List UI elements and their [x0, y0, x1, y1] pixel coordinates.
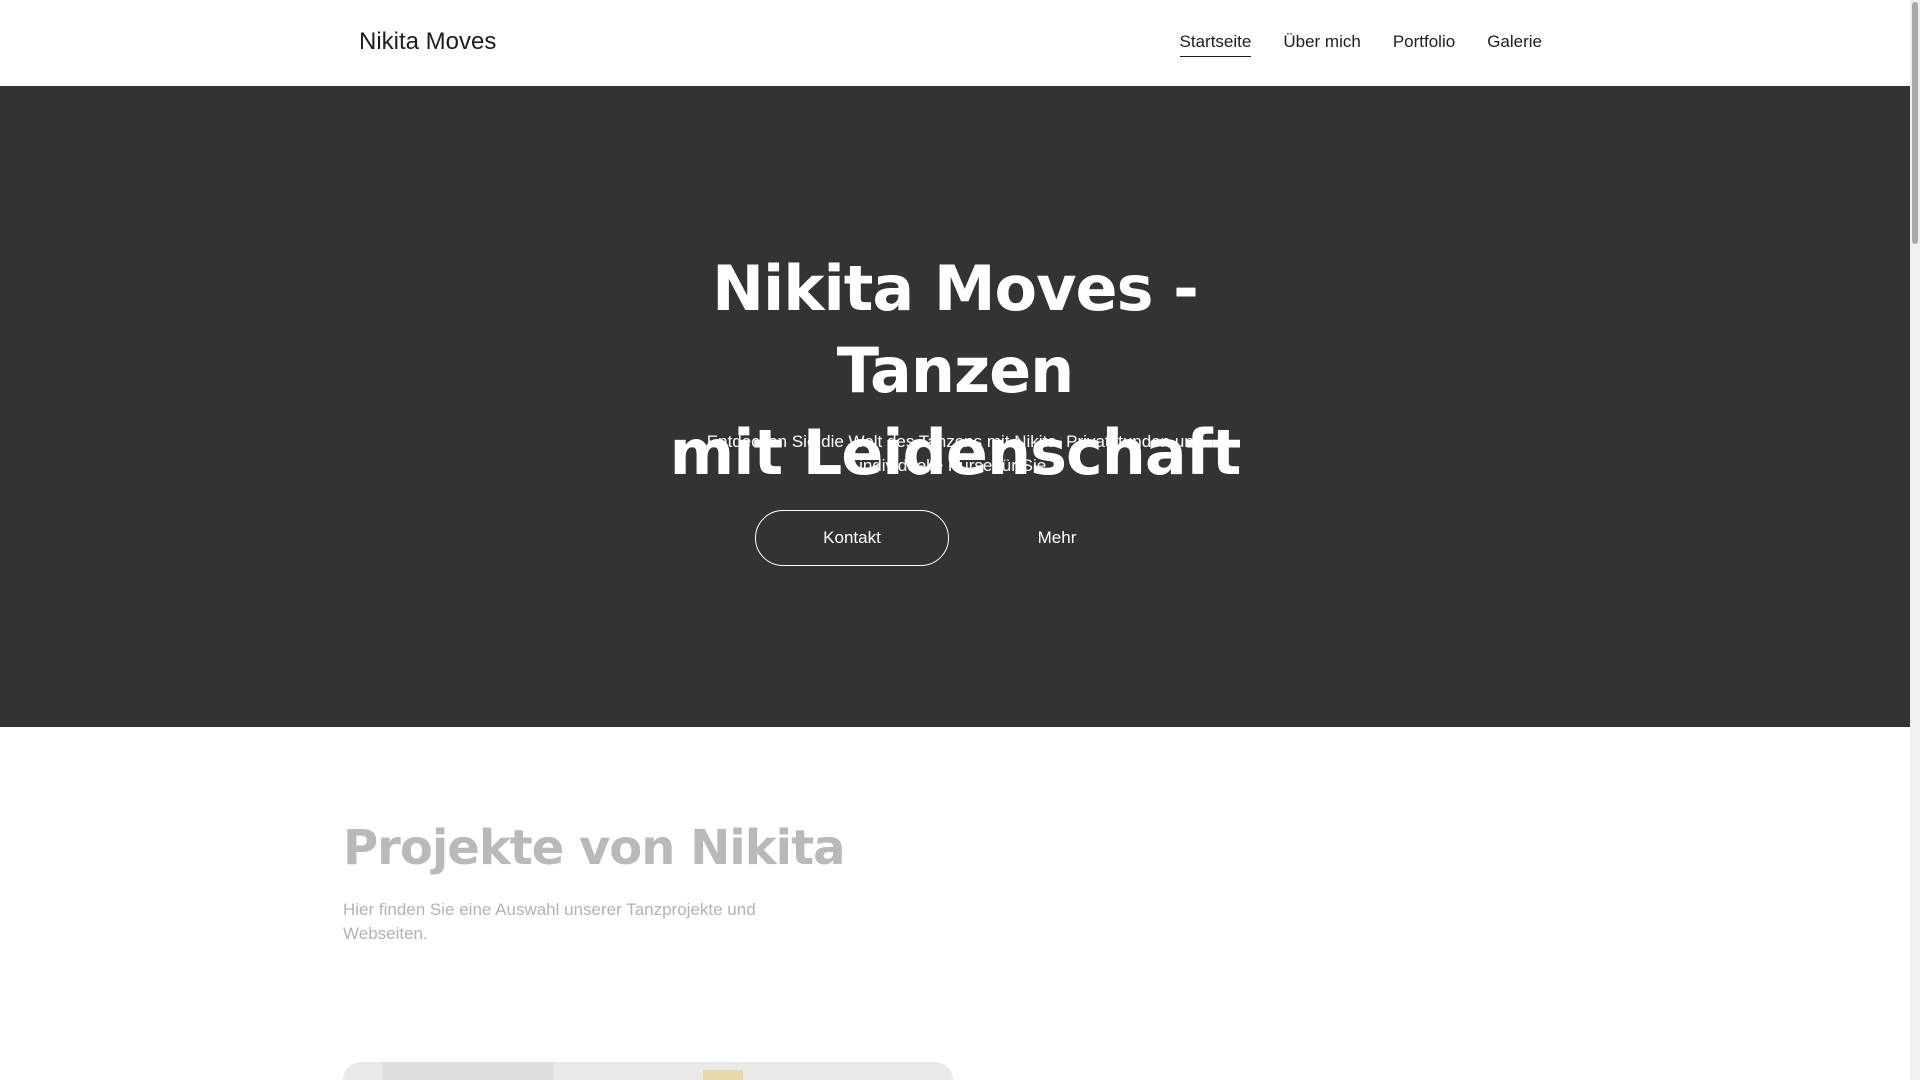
project-image-detail	[383, 1062, 553, 1080]
page: Nikita Moves Startseite Über mich Portfo…	[0, 0, 1920, 1080]
hero-subtitle-line2: individuelle Kurse für Sie.	[859, 456, 1051, 475]
scrollbar[interactable]	[1910, 0, 1920, 1080]
projects-subtitle: Hier finden Sie eine Auswahl unserer Tan…	[343, 898, 783, 946]
nav-item-galerie[interactable]: Galerie	[1487, 32, 1542, 57]
mehr-button[interactable]: Mehr	[960, 510, 1154, 566]
hero-section: Nikita Moves - Tanzen mit Leidenschaft E…	[0, 86, 1910, 727]
hero-subtitle-line1: Entdecken Sie die Welt des Tanzens mit N…	[706, 432, 1204, 451]
site-logo[interactable]: Nikita Moves	[359, 28, 496, 56]
nav-item-portfolio[interactable]: Portfolio	[1393, 32, 1455, 57]
site-header: Nikita Moves Startseite Über mich Portfo…	[0, 0, 1910, 86]
hero-title-line1: Nikita Moves - Tanzen	[712, 252, 1199, 407]
main-nav: Startseite Über mich Portfolio Galerie	[1179, 32, 1542, 57]
nav-item-startseite[interactable]: Startseite	[1179, 32, 1252, 57]
project-card-image[interactable]	[343, 1062, 953, 1080]
nav-item-ueber-mich[interactable]: Über mich	[1283, 32, 1360, 57]
projects-title: Projekte von Nikita	[343, 820, 845, 876]
projects-subtitle-line1: Hier finden Sie eine Auswahl unserer Tan…	[343, 900, 756, 919]
projects-subtitle-line2: Webseiten.	[343, 924, 428, 943]
scrollbar-thumb[interactable]	[1912, 2, 1918, 244]
project-image-detail	[703, 1070, 743, 1080]
kontakt-button[interactable]: Kontakt	[755, 510, 949, 566]
hero-subtitle: Entdecken Sie die Welt des Tanzens mit N…	[700, 430, 1210, 478]
